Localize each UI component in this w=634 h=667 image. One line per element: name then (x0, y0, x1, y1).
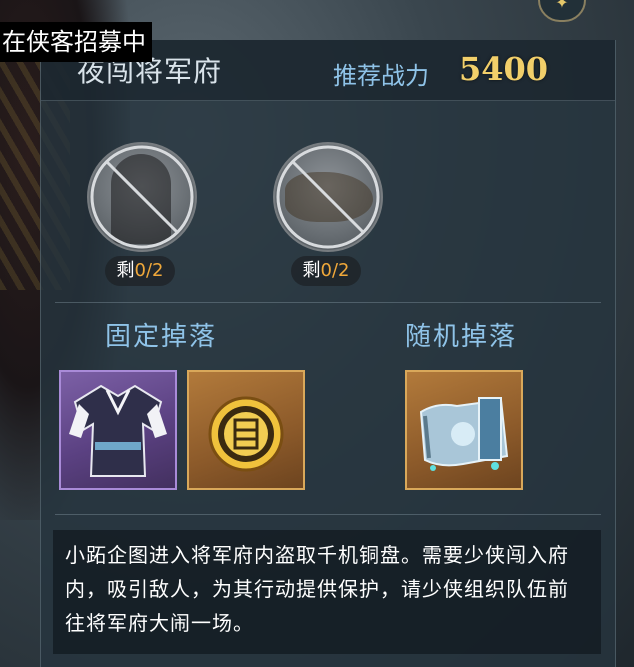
fixed-drop-title: 固定掉落 (105, 322, 218, 352)
stage-info-panel: 夜闯将军府 推荐战力 5400 剩0/2 剩0/2 固定掉落 随机掉落 小跖企图… (40, 40, 616, 667)
beast-portrait (273, 142, 383, 252)
masked-warrior-portrait (87, 142, 197, 252)
defeated-slash-icon (90, 145, 194, 249)
gold-coin-icon[interactable] (187, 370, 305, 490)
enemy-card[interactable]: 剩0/2 (273, 142, 383, 292)
recommended-power-label: 推荐战力 (333, 62, 429, 90)
defeated-slash-icon (276, 145, 380, 249)
enemy-card[interactable]: 剩0/2 (87, 142, 197, 292)
random-drop-title: 随机掉落 (405, 322, 518, 352)
enemy-remaining-count: 剩0/2 (105, 256, 175, 286)
section-divider (55, 514, 601, 515)
game-scene: ✦ 在侠客招募中 夜闯将军府 推荐战力 5400 剩0/2 剩0/2 固定掉落 … (0, 0, 634, 667)
scroll-painting-icon[interactable] (405, 370, 523, 490)
recommended-power-value: 5400 (459, 50, 549, 88)
enemy-remaining-count: 剩0/2 (291, 256, 361, 286)
stage-description: 小跖企图进入将军府内盗取千机铜盘。需要少侠闯入府内，吸引敌人，为其行动提供保护，… (53, 530, 601, 654)
purple-robe-icon[interactable] (59, 370, 177, 490)
double-chevron-icon[interactable]: ✦ (538, 0, 586, 22)
recruit-status-label: 在侠客招募中 (0, 22, 152, 62)
section-divider (55, 302, 601, 303)
